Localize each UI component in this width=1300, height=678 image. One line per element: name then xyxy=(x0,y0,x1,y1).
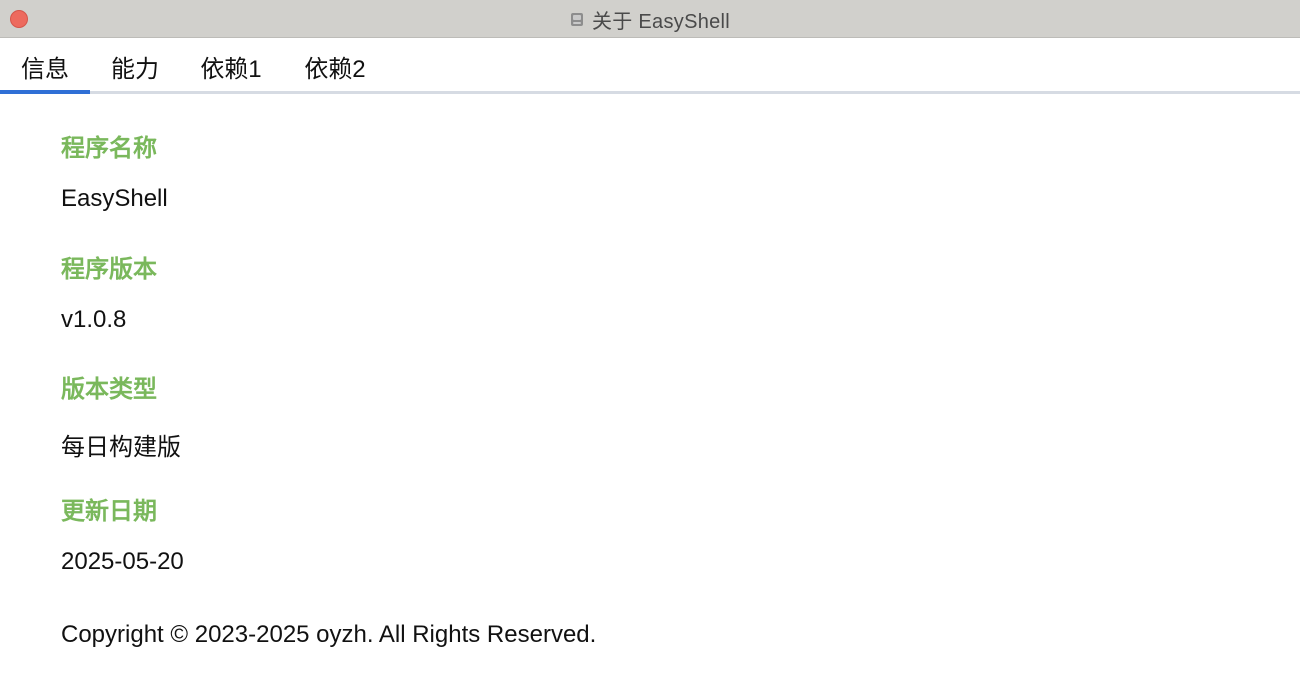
update-date-value: 2025-05-20 xyxy=(61,548,184,575)
tab-dependency-2[interactable]: 依赖2 xyxy=(282,39,388,94)
version-type-value: 每日构建版 xyxy=(61,434,181,461)
info-panel: 程序名称 EasyShell 程序版本 v1.0.8 版本类型 每日构建版 更新… xyxy=(61,94,1300,678)
tab-dependency-1[interactable]: 依赖1 xyxy=(180,39,282,94)
title-group: 关于 EasyShell xyxy=(0,0,1300,38)
update-date-label: 更新日期 xyxy=(61,498,157,525)
program-name-label: 程序名称 xyxy=(61,135,157,162)
window-title: 关于 EasyShell xyxy=(591,10,731,33)
about-window: 关于 EasyShell 信息 能力 依赖1 依赖2 程序名称 EasyShel… xyxy=(0,0,1300,678)
program-version-value: v1.0.8 xyxy=(61,306,127,333)
tab-info[interactable]: 信息 xyxy=(0,39,90,94)
copyright-text: Copyright © 2023-2025 oyzh. All Rights R… xyxy=(61,621,597,648)
version-type-label: 版本类型 xyxy=(61,376,157,403)
app-icon xyxy=(570,12,584,27)
title-bar[interactable]: 关于 EasyShell xyxy=(0,0,1300,38)
tab-capability[interactable]: 能力 xyxy=(90,39,180,94)
program-version-label: 程序版本 xyxy=(61,256,157,283)
tab-bar: 信息 能力 依赖1 依赖2 xyxy=(0,39,1300,94)
program-name-value: EasyShell xyxy=(61,185,168,212)
